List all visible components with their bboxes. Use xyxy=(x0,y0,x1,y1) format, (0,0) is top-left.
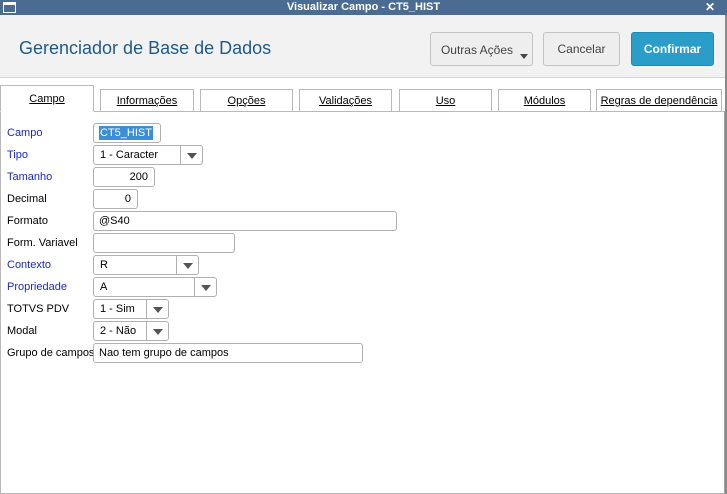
dropdown-button[interactable] xyxy=(176,256,198,274)
dropdown-button[interactable] xyxy=(180,146,202,164)
decimal-label: Decimal xyxy=(7,193,47,205)
contexto-value: R xyxy=(100,259,108,271)
chevron-down-icon xyxy=(187,153,197,159)
outras-acoes-button[interactable]: Outras Ações xyxy=(430,32,533,66)
tab-campo[interactable]: Campo xyxy=(0,85,94,112)
dropdown-button[interactable] xyxy=(146,322,168,340)
propriedade-value: A xyxy=(100,281,108,293)
cancel-button[interactable]: Cancelar xyxy=(543,32,620,66)
tamanho-field[interactable]: 200 xyxy=(93,167,155,187)
tab-uso[interactable]: Uso xyxy=(399,89,492,113)
dropdown-button[interactable] xyxy=(146,300,168,318)
propriedade-select[interactable]: A xyxy=(93,277,217,297)
contexto-select[interactable]: R xyxy=(93,255,199,275)
campo-value: CT5_HIST xyxy=(99,126,153,140)
grupo-campos-label: Grupo de campos xyxy=(7,347,95,359)
tipo-select[interactable]: 1 - Caracter xyxy=(93,145,203,165)
contexto-label: Contexto xyxy=(7,259,52,271)
tab-label: Campo xyxy=(29,93,65,105)
tab-informacoes[interactable]: Informações xyxy=(100,89,194,113)
chevron-down-icon xyxy=(153,307,163,313)
propriedade-label: Propriedade xyxy=(7,281,67,293)
chevron-down-icon xyxy=(520,54,528,59)
tab-label: Módulos xyxy=(523,95,566,107)
modal-label: Modal xyxy=(7,325,37,337)
totvs-pdv-select[interactable]: 1 - Sim xyxy=(93,299,169,319)
campo-label: Campo xyxy=(7,127,43,139)
tab-label: Opções xyxy=(227,95,266,107)
tab-modulos[interactable]: Módulos xyxy=(498,89,591,113)
tab-label: Validações xyxy=(319,95,372,107)
tipo-value: 1 - Caracter xyxy=(100,149,159,161)
modal-select[interactable]: 2 - Não xyxy=(93,321,169,341)
tab-opcoes[interactable]: Opções xyxy=(200,89,293,113)
header-bar: Gerenciador de Base de Dados Outras Açõe… xyxy=(0,15,727,78)
tab-regras-dependencia[interactable]: Regras de dependência xyxy=(596,89,722,113)
chevron-down-icon xyxy=(183,263,193,269)
totvs-pdv-label: TOTVS PDV xyxy=(7,303,70,315)
window-title-bar: Visualizar Campo - CT5_HIST ✕ xyxy=(0,0,727,15)
grupo-campos-field[interactable]: Nao tem grupo de campos xyxy=(93,343,363,363)
form-variavel-label: Form. Variavel xyxy=(7,237,78,249)
dropdown-button[interactable] xyxy=(194,278,216,296)
confirm-button[interactable]: Confirmar xyxy=(631,32,714,66)
modal-value: 2 - Não xyxy=(100,325,137,337)
campo-field[interactable]: CT5_HIST xyxy=(93,123,161,143)
outras-acoes-label: Outras Ações xyxy=(440,43,514,57)
tamanho-label: Tamanho xyxy=(7,171,53,183)
formato-label: Formato xyxy=(7,215,48,227)
tipo-label: Tipo xyxy=(7,149,28,161)
tab-label: Regras de dependência xyxy=(600,95,718,107)
chevron-down-icon xyxy=(153,329,163,335)
chevron-down-icon xyxy=(201,285,211,291)
decimal-field[interactable]: 0 xyxy=(93,189,138,209)
app-title: Gerenciador de Base de Dados xyxy=(19,38,272,58)
tab-label: Informações xyxy=(116,95,178,107)
tab-label: Uso xyxy=(435,95,456,107)
form-variavel-field[interactable] xyxy=(93,233,235,253)
tab-validacoes[interactable]: Validações xyxy=(299,89,392,113)
formato-field[interactable]: @S40 xyxy=(93,211,397,231)
close-icon[interactable]: ✕ xyxy=(704,0,716,14)
totvs-pdv-value: 1 - Sim xyxy=(100,303,135,315)
window-title: Visualizar Campo - CT5_HIST xyxy=(286,1,441,13)
